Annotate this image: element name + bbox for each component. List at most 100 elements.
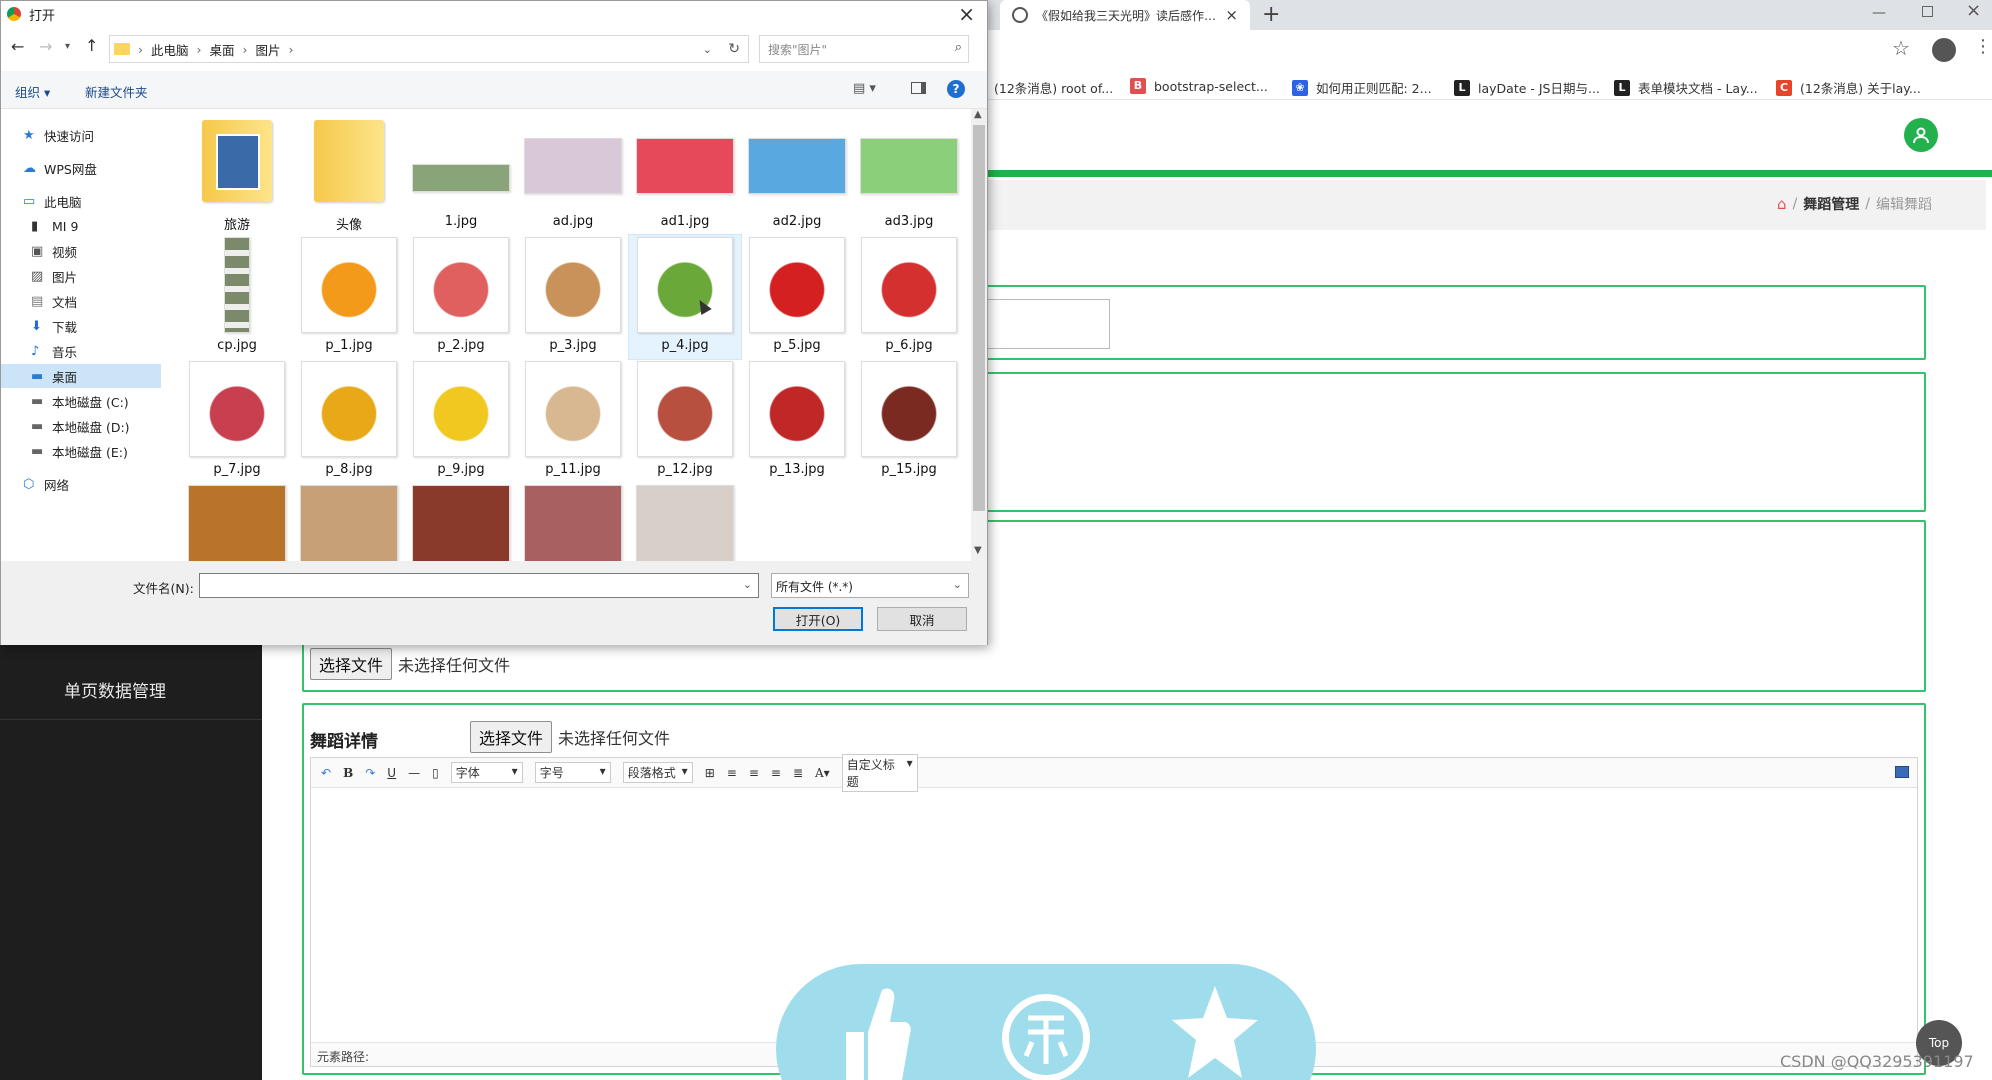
star-icon[interactable]	[1170, 982, 1260, 1080]
choose-file-button[interactable]: 选择文件	[310, 648, 393, 680]
file-item[interactable]	[405, 483, 517, 561]
page-icon[interactable]: ▯	[432, 766, 439, 780]
file-item[interactable]	[293, 483, 405, 561]
bookmark-item[interactable]: L 表单模块文档 - Lay...	[1614, 78, 1758, 97]
nav-item[interactable]: ▮ MI 9	[1, 214, 161, 238]
file-item[interactable]: p_12.jpg	[629, 359, 741, 483]
cancel-button[interactable]: 取消	[877, 607, 967, 631]
file-item[interactable]: 头像	[293, 111, 405, 235]
nav-item[interactable]: ☁ WPS网盘	[1, 156, 161, 180]
nav-item[interactable]: ▬ 桌面	[1, 364, 161, 388]
bookmark-item[interactable]: C (12条消息) 关于lay...	[1776, 78, 1921, 97]
bookmark-item[interactable]: ❀ 如何用正则匹配: 2...	[1292, 78, 1432, 97]
file-item[interactable]: p_6.jpg	[853, 235, 965, 359]
file-item[interactable]: p_11.jpg	[517, 359, 629, 483]
text-input[interactable]	[980, 299, 1110, 349]
path-segment[interactable]: 桌面	[210, 40, 235, 59]
filetype-select[interactable]: 所有文件 (*.*) ⌄	[771, 573, 969, 598]
forward-arrow-icon[interactable]: →	[39, 37, 52, 56]
nav-item[interactable]: ▬ 本地磁盘 (D:)	[1, 414, 161, 438]
justify-icon[interactable]: ≣	[793, 766, 803, 780]
fullscreen-icon[interactable]	[1895, 766, 1909, 778]
browser-tab[interactable]: 《假如给我三天光明》读后感作… ×	[1000, 0, 1250, 30]
restore-icon[interactable]	[1922, 6, 1933, 17]
vertical-scrollbar[interactable]: ▲ ▼	[971, 109, 987, 561]
align-right-icon[interactable]: ≡	[771, 766, 781, 780]
up-arrow-icon[interactable]: ↑	[85, 36, 98, 55]
bold-icon[interactable]: B	[343, 766, 353, 780]
address-bar[interactable]: › 此电脑 › 桌面 › 图片 › ⌄ ↻	[109, 35, 749, 63]
file-item[interactable]: p_4.jpg	[628, 234, 742, 360]
bookmark-item[interactable]: LlayDate - JS日期与...	[1454, 78, 1600, 97]
file-item[interactable]: cp.jpg	[181, 235, 293, 359]
file-item[interactable]: 旅游	[181, 111, 293, 235]
align-left-icon[interactable]: ≡	[727, 766, 737, 780]
file-item[interactable]	[181, 483, 293, 561]
file-item[interactable]: ad1.jpg	[629, 111, 741, 235]
nav-item[interactable]: ♪ 音乐	[1, 339, 161, 363]
file-item[interactable]: p_3.jpg	[517, 235, 629, 359]
scroll-down-icon[interactable]: ▼	[974, 545, 982, 556]
file-item[interactable]: p_2.jpg	[405, 235, 517, 359]
view-options-icon[interactable]: ▤ ▾	[853, 81, 876, 96]
dialog-close-icon[interactable]: ×	[958, 2, 975, 26]
file-item[interactable]: p_7.jpg	[181, 359, 293, 483]
new-tab-button[interactable]: +	[1262, 2, 1280, 27]
coin-icon[interactable]	[1002, 994, 1090, 1080]
file-item[interactable]: 1.jpg	[405, 111, 517, 235]
nav-item[interactable]: ▤ 文档	[1, 289, 161, 313]
nav-item[interactable]: ⬡ 网络	[1, 472, 161, 496]
file-item[interactable]: ad2.jpg	[741, 111, 853, 235]
nav-item[interactable]: ★ 快速访问	[1, 123, 161, 147]
choose-file-button[interactable]: 选择文件	[470, 721, 553, 753]
nav-item[interactable]: ▬ 本地磁盘 (E:)	[1, 439, 161, 463]
address-dropdown-icon[interactable]: ⌄	[703, 43, 712, 56]
table-icon[interactable]: ⊞	[705, 766, 715, 780]
menu-dots-icon[interactable]: ⋮	[1974, 38, 1992, 56]
new-folder-button[interactable]: 新建文件夹	[85, 82, 148, 101]
font-color-icon[interactable]: A▾	[815, 766, 830, 780]
undo-icon[interactable]: ↶	[321, 766, 331, 780]
refresh-icon[interactable]: ↻	[728, 41, 740, 57]
filename-dropdown-icon[interactable]: ⌄	[743, 578, 752, 591]
file-item[interactable]	[629, 483, 741, 561]
home-icon[interactable]: ⌂	[1777, 195, 1787, 213]
nav-item[interactable]: ⬇ 下载	[1, 314, 161, 338]
file-item[interactable]: ad3.jpg	[853, 111, 965, 235]
nav-item[interactable]: ▣ 视频	[1, 239, 161, 263]
horizontal-rule-icon[interactable]: —	[408, 766, 420, 780]
profile-icon[interactable]	[1932, 38, 1956, 62]
breadcrumb-item[interactable]: 舞蹈管理	[1803, 194, 1859, 214]
help-icon[interactable]: ?	[947, 80, 965, 98]
font-select[interactable]: 字体 ▾	[450, 762, 523, 783]
scroll-thumb[interactable]	[973, 125, 985, 511]
redo-icon[interactable]: ↷	[365, 766, 375, 780]
file-item[interactable]: ad.jpg	[517, 111, 629, 235]
filename-input[interactable]: ⌄	[199, 573, 759, 598]
file-item[interactable]: p_13.jpg	[741, 359, 853, 483]
scroll-up-icon[interactable]: ▲	[974, 109, 982, 120]
search-input[interactable]: 搜索"图片" ⌕	[759, 35, 969, 63]
user-avatar-icon[interactable]	[1904, 118, 1938, 152]
path-segment[interactable]: 图片	[256, 40, 281, 59]
paragraph-select[interactable]: 段落格式 ▾	[622, 762, 693, 783]
file-item[interactable]: p_1.jpg	[293, 235, 405, 359]
file-item[interactable]: p_8.jpg	[293, 359, 405, 483]
file-item[interactable]: p_9.jpg	[405, 359, 517, 483]
path-segment[interactable]: 此电脑	[151, 40, 189, 59]
minimize-icon[interactable]: —	[1872, 5, 1886, 21]
align-center-icon[interactable]: ≡	[749, 766, 759, 780]
size-select[interactable]: 字号 ▾	[534, 762, 611, 783]
nav-item[interactable]: ▭ 此电脑	[1, 189, 161, 213]
nav-item[interactable]: ▬ 本地磁盘 (C:)	[1, 389, 161, 413]
custom-title-select[interactable]: 自定义标题 ▾	[841, 753, 918, 792]
preview-pane-icon[interactable]	[911, 82, 926, 94]
tab-close-icon[interactable]: ×	[1225, 6, 1238, 24]
file-item[interactable]: p_5.jpg	[741, 235, 853, 359]
sidebar-item-page-data[interactable]: 单页数据管理	[64, 677, 166, 702]
file-item[interactable]: p_15.jpg	[853, 359, 965, 483]
window-close-icon[interactable]: ×	[1966, 0, 1981, 21]
bookmark-star-icon[interactable]: ☆	[1892, 36, 1910, 60]
organize-button[interactable]: 组织 ▾	[15, 82, 50, 101]
back-arrow-icon[interactable]: ←	[11, 37, 24, 56]
